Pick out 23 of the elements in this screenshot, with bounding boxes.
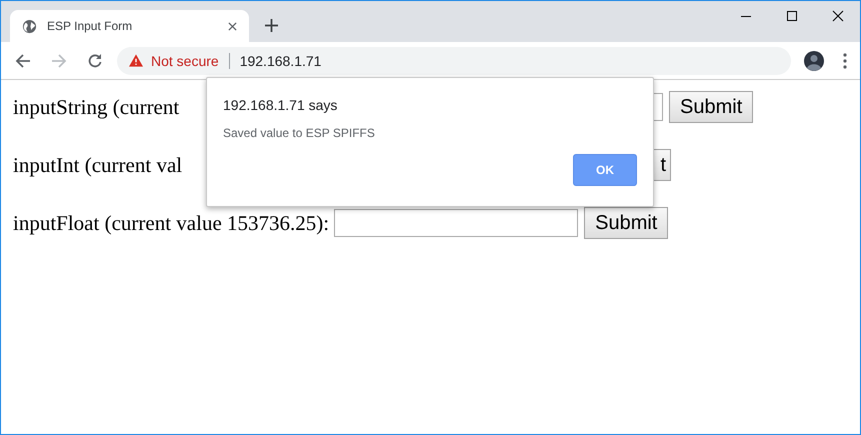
url-text: 192.168.1.71 xyxy=(240,52,322,68)
globe-icon xyxy=(22,18,37,34)
submit-button[interactable]: Submit xyxy=(584,207,668,239)
field-label: inputInt (current val xyxy=(13,152,182,176)
avatar-icon[interactable] xyxy=(804,50,824,70)
submit-button[interactable]: Submit xyxy=(669,91,754,123)
maximize-icon[interactable] xyxy=(786,10,798,22)
address-bar[interactable]: Not secure 192.168.1.71 xyxy=(117,46,791,74)
close-icon[interactable] xyxy=(832,10,844,22)
dialog-title: 192.168.1.71 says xyxy=(223,97,338,113)
reload-icon[interactable] xyxy=(87,52,103,68)
warning-icon xyxy=(129,54,143,67)
menu-icon[interactable] xyxy=(843,52,847,68)
security-label[interactable]: Not secure xyxy=(151,52,219,68)
close-icon[interactable] xyxy=(228,22,237,30)
new-tab-icon[interactable] xyxy=(265,19,278,32)
field-label: inputString (current xyxy=(13,94,180,118)
input-field[interactable] xyxy=(334,209,578,237)
tab-title: ESP Input Form xyxy=(47,19,134,33)
browser-tab[interactable]: ESP Input Form xyxy=(10,10,249,42)
dialog-message: Saved value to ESP SPIFFS xyxy=(223,126,376,140)
back-arrow-icon[interactable] xyxy=(15,52,31,68)
field-label: inputFloat (current value 153736.25): xyxy=(13,210,330,234)
